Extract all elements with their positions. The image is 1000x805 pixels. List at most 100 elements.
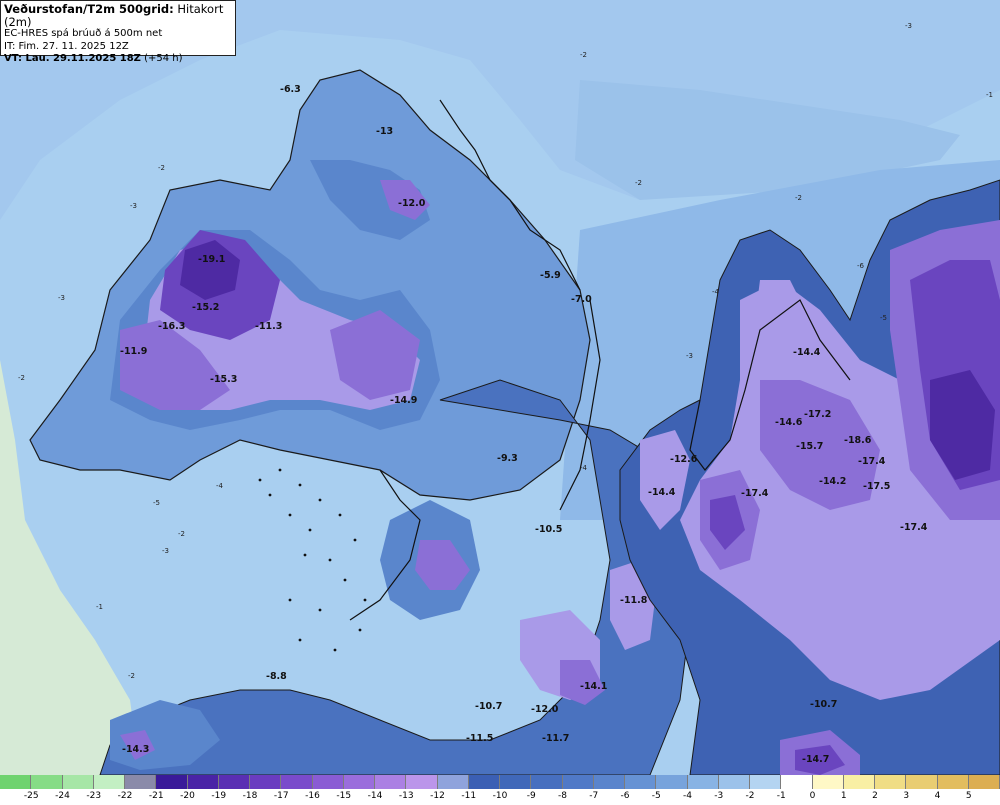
colorbar-cell [625, 775, 657, 789]
colorbar-cell [812, 775, 844, 789]
isoline-label: -2 [18, 374, 25, 382]
colorbar-cell [468, 775, 500, 789]
colorbar-cell [750, 775, 782, 789]
colorbar-cell [343, 775, 375, 789]
temp-label: -15.2 [192, 302, 219, 313]
colorbar-cell [875, 775, 907, 789]
isoline-label: -2 [158, 164, 165, 172]
header-model: EC-HRES spá brúuð á 500m net [4, 28, 163, 39]
colorbar-cell [281, 775, 313, 789]
colorbar-tick-label: -17 [273, 791, 289, 801]
colorbar-tick-label: 1 [840, 791, 847, 801]
isoline-label: -4 [216, 482, 224, 490]
temp-label: -6.3 [280, 84, 301, 95]
isoline-label: -3 [58, 294, 65, 302]
temp-label: -17.5 [863, 481, 890, 492]
temp-label: -11.9 [120, 346, 147, 357]
temp-label: -11.8 [620, 595, 648, 606]
colorbar-cell [0, 775, 32, 789]
isoline-label: -3 [686, 352, 693, 360]
colorbar-tick-label: -24 [55, 791, 70, 801]
colorbar-tick-label: -9 [526, 791, 536, 801]
colorbar-ticks: -25 -24 -23 -22 -21 -20 -19 -18 -17 -16 -15 -14 -13-… [0, 791, 1000, 803]
colorbar-tick-label: -10 [492, 791, 508, 801]
colorbar-cell [687, 775, 719, 789]
isoline-label: -2 [178, 530, 185, 538]
isoline-label: -1 [986, 91, 993, 99]
temp-label: -14.1 [580, 681, 607, 692]
colorbar-cell [781, 775, 813, 789]
isoline-label: -4 [712, 288, 720, 296]
temp-label: -14.2 [819, 476, 846, 487]
temp-label: -15.3 [210, 374, 237, 385]
colorbar-tick-label: -23 [86, 791, 102, 801]
colorbar-cell [968, 775, 1000, 789]
colorbar-tick-label: -8 [558, 791, 567, 801]
temp-label: -11.5 [466, 733, 493, 744]
colorbar-tick-label: -22 [117, 791, 133, 801]
temp-label: -14.3 [122, 744, 149, 755]
isoline-label: -2 [128, 672, 135, 680]
isoline-label: -5 [153, 499, 160, 507]
colorbar-cell [937, 775, 969, 789]
colorbar-cell [906, 775, 938, 789]
colorbar-tick-label: -2 [745, 791, 755, 801]
temp-label: -10.5 [535, 524, 562, 535]
isoline-label: -6 [857, 262, 865, 270]
colorbar-cell [125, 775, 157, 789]
isoline-label: -2 [635, 179, 642, 187]
map-header-box: Veðurstofan/T2m 500grid: Hitakort (2m) E… [0, 0, 236, 64]
temp-label: -7.0 [571, 294, 592, 305]
temp-label: -14.6 [775, 417, 803, 428]
colorbar-tick-label: -20 [180, 791, 195, 801]
isoline-label: -2 [580, 51, 587, 59]
colorbar-cell [31, 775, 63, 789]
colorbar-tick-label: 0 [809, 791, 816, 801]
isoline-label: -3 [162, 547, 169, 555]
temp-label: -14.9 [390, 395, 417, 406]
colorbar-tick-label: -6 [620, 791, 630, 801]
colorbar-cell [718, 775, 750, 789]
temp-label: -18.6 [844, 435, 872, 446]
temp-label: -17.4 [900, 522, 928, 533]
colorbar-tick-label: -14 [367, 791, 383, 801]
temp-label: -9.3 [497, 453, 518, 464]
temp-label: -14.4 [793, 347, 821, 358]
colorbar-tick-label: -11 [461, 791, 477, 801]
colorbar-cell [250, 775, 282, 789]
temp-label: -10.7 [810, 699, 837, 710]
temp-label: -12.0 [398, 198, 426, 209]
colorbar: -25 -24 -23 -22 -21 -20 -19 -18 -17 -16 -15 -14 -13-… [0, 775, 1000, 805]
isoline-label: -2 [795, 194, 802, 202]
colorbar-cell [218, 775, 250, 789]
colorbar-cell [93, 775, 125, 789]
colorbar-tick-label: -16 [305, 791, 320, 801]
colorbar-cell [656, 775, 688, 789]
colorbar-tick-label: -13 [398, 791, 414, 801]
temp-label: -12.0 [531, 704, 559, 715]
colorbar-cell [375, 775, 407, 789]
colorbar-cell [500, 775, 532, 789]
colorbar-cell [156, 775, 188, 789]
temp-label: -16.3 [158, 321, 185, 332]
temp-label: -19.1 [198, 254, 225, 265]
colorbar-tick-label: -19 [211, 791, 227, 801]
temp-label: -14.7 [802, 754, 829, 765]
colorbar-tick-label: 3 [903, 791, 910, 801]
temp-label: -12.6 [670, 454, 698, 465]
temp-label: -8.8 [266, 671, 287, 682]
colorbar-cell [843, 775, 875, 789]
colorbar-tick-label: -3 [714, 791, 724, 801]
colorbar-cell [406, 775, 438, 789]
temp-label: -13 [376, 126, 393, 137]
header-valid-time: VT: Lau. 29.11.2025 18Z [4, 53, 141, 64]
header-lead-time: (+54 h) [140, 53, 183, 64]
isoline-label: -3 [905, 22, 912, 30]
isoline-label: -4 [580, 464, 588, 472]
colorbar-tick-label: 5 [965, 791, 972, 801]
colorbar-tick-label: 2 [872, 791, 878, 801]
isoline-label: -5 [880, 314, 887, 322]
colorbar-tick-label: -18 [242, 791, 258, 801]
temp-label: -17.2 [804, 409, 831, 420]
colorbar-cells [0, 775, 1000, 789]
